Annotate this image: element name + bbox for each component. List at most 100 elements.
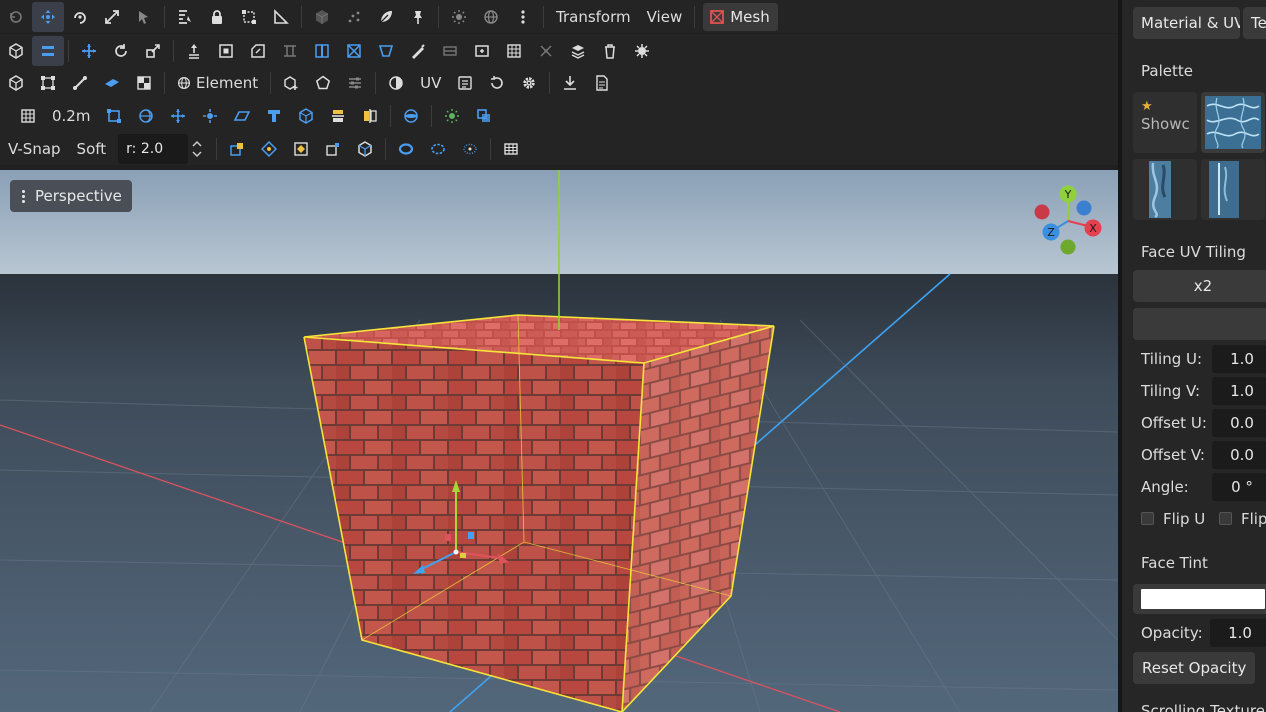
snap-sphere-icon[interactable] (130, 101, 162, 131)
soft-radius-input[interactable]: r: 2.0 (118, 133, 189, 164)
polygon-icon[interactable] (307, 68, 339, 98)
perspective-view-button[interactable]: Perspective (10, 180, 132, 212)
uv-sphere-icon[interactable] (380, 68, 412, 98)
scale-tool-icon[interactable] (96, 2, 128, 32)
falloff-cube-icon[interactable] (349, 134, 381, 164)
uv-menu[interactable]: UV (412, 74, 449, 92)
rotate-tool-icon[interactable] (64, 2, 96, 32)
palette-item-showcase[interactable]: ★ Showc (1133, 92, 1197, 153)
falloff-point-icon[interactable] (285, 134, 317, 164)
snap-center-icon[interactable] (194, 101, 226, 131)
dots-path-icon[interactable] (338, 2, 370, 32)
select-cursor-icon[interactable] (128, 2, 160, 32)
pin-icon[interactable] (402, 2, 434, 32)
flatten-layers-icon[interactable] (562, 36, 594, 66)
translate-arrows-icon[interactable] (73, 36, 105, 66)
rotate-cw-icon[interactable] (105, 36, 137, 66)
sliders-icon[interactable] (339, 68, 371, 98)
measure-icon[interactable] (265, 2, 297, 32)
loop-cut-icon[interactable] (306, 36, 338, 66)
cube-icon[interactable] (0, 36, 32, 66)
bevel-icon[interactable] (242, 36, 274, 66)
scale-box-icon[interactable] (137, 36, 169, 66)
move-tool-icon[interactable] (32, 1, 64, 32)
export-download-icon[interactable] (554, 68, 586, 98)
bounding-box-icon[interactable] (233, 2, 265, 32)
palette-item-ice-2[interactable] (1201, 159, 1265, 220)
taper-icon[interactable] (370, 36, 402, 66)
orientation-gizmo[interactable]: Y X Z (1030, 183, 1106, 259)
add-cube-icon[interactable] (275, 68, 307, 98)
ring-dashed-icon[interactable] (422, 134, 454, 164)
grid-subdivide-icon[interactable] (498, 36, 530, 66)
more-vertical-icon[interactable] (507, 2, 539, 32)
delete-trash-icon[interactable] (594, 36, 626, 66)
snap-bounds-icon[interactable] (98, 101, 130, 131)
vsnap-toggle[interactable]: V-Snap (0, 140, 69, 158)
snap-cube-icon[interactable] (290, 101, 322, 131)
leaf-brush-icon[interactable] (370, 2, 402, 32)
ring-select-icon[interactable] (390, 134, 422, 164)
falloff-box-icon[interactable] (221, 134, 253, 164)
globe-icon[interactable] (475, 2, 507, 32)
sun-lighting-icon[interactable] (443, 2, 475, 32)
reset-icon[interactable] (481, 68, 513, 98)
palette-item-ice-1[interactable] (1133, 159, 1197, 220)
grid-size-value[interactable]: 0.2m (44, 107, 98, 125)
opacity-input[interactable]: 1.0 (1210, 619, 1266, 647)
neg-y-axis-dot[interactable] (1060, 239, 1076, 255)
tiling-v-input[interactable]: 1.0 (1212, 377, 1266, 405)
mirror-icon[interactable] (354, 101, 386, 131)
falloff-diamond-icon[interactable] (253, 134, 285, 164)
soft-select-toggle[interactable]: Soft (69, 140, 115, 158)
view-menu[interactable]: View (639, 8, 691, 26)
grid-toggle-icon[interactable] (12, 101, 44, 131)
face-mode-icon[interactable] (96, 68, 128, 98)
flip-u-checkbox[interactable] (1141, 512, 1154, 525)
tiling-u-input[interactable]: 1.0 (1212, 345, 1266, 373)
ring-dotted-icon[interactable] (454, 134, 486, 164)
document-icon[interactable] (586, 68, 618, 98)
snap-move-icon[interactable] (162, 101, 194, 131)
face-tint-color-picker[interactable] (1133, 584, 1266, 614)
inset-icon[interactable] (210, 36, 242, 66)
3d-viewport[interactable]: Perspective Y X Z (0, 170, 1118, 712)
knife-split-icon[interactable] (338, 36, 370, 66)
lock-icon[interactable] (201, 2, 233, 32)
merge-icon[interactable] (434, 36, 466, 66)
edge-mode-icon[interactable] (64, 68, 96, 98)
transform-menu[interactable]: Transform (548, 8, 639, 26)
extrude-icon[interactable] (178, 36, 210, 66)
overlap-squares-icon[interactable] (468, 101, 500, 131)
uv-layout-icon[interactable] (449, 68, 481, 98)
outliner-icon[interactable] (169, 2, 201, 32)
palette-item-water[interactable] (1201, 92, 1265, 153)
light-bulb-icon[interactable] (436, 101, 468, 131)
layers-stack-icon[interactable] (32, 35, 64, 66)
snap-align-icon[interactable] (322, 101, 354, 131)
reset-opacity-button[interactable]: Reset Opacity (1133, 652, 1256, 684)
element-menu[interactable]: Element (169, 74, 266, 92)
tab-material-uv[interactable]: Material & UV (1133, 7, 1240, 39)
undo-rotate-icon[interactable] (0, 2, 32, 32)
falloff-corner-icon[interactable] (317, 134, 349, 164)
table-grid-icon[interactable] (495, 134, 527, 164)
knife-tool-icon[interactable] (402, 36, 434, 66)
vertex-mode-icon[interactable] (32, 68, 64, 98)
object-mode-icon[interactable] (0, 68, 32, 98)
bridge-icon[interactable] (274, 36, 306, 66)
radius-spinner[interactable] (190, 134, 204, 164)
subdivide-icon[interactable] (466, 36, 498, 66)
settings-gear-icon[interactable] (513, 68, 545, 98)
neg-x-axis-dot[interactable] (1034, 204, 1050, 220)
orbit-icon[interactable] (395, 101, 427, 131)
tab-texture[interactable]: Te (1243, 7, 1266, 39)
material-checker-icon[interactable] (128, 68, 160, 98)
offset-u-input[interactable]: 0.0 (1212, 409, 1266, 437)
mesh-mode-button[interactable]: Mesh (703, 2, 778, 31)
chevron-up-icon[interactable] (192, 139, 202, 149)
weld-icon[interactable] (530, 36, 562, 66)
spiky-sphere-icon[interactable] (626, 36, 658, 66)
cube-shaded-icon[interactable] (306, 2, 338, 32)
flip-v-checkbox[interactable] (1219, 512, 1232, 525)
